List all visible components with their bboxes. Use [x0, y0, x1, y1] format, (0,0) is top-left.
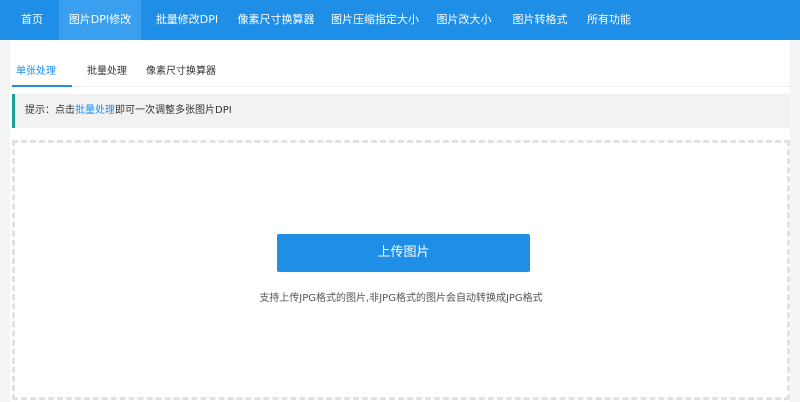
nav-item-dpi-modify[interactable]: 图片DPI修改 [59, 0, 141, 40]
nav-item-all-features[interactable]: 所有功能 [581, 0, 637, 40]
upload-dropzone[interactable]: 上传图片 支持上传JPG格式的图片,非JPG格式的图片会自动转换成JPG格式 [12, 140, 790, 400]
nav-item-pixel-converter[interactable]: 像素尺寸换算器 [229, 0, 323, 40]
nav-item-home[interactable]: 首页 [11, 0, 53, 40]
top-nav-bar: 首页 图片DPI修改 批量修改DPI 像素尺寸换算器 图片压缩指定大小 图片改大… [0, 0, 800, 40]
tabs-divider [10, 86, 790, 87]
upload-button[interactable]: 上传图片 [277, 234, 530, 272]
nav-item-convert-format[interactable]: 图片转格式 [505, 0, 575, 40]
tab-pixel-converter[interactable]: 像素尺寸换算器 [146, 60, 216, 84]
tip-batch-link[interactable]: 批量处理 [75, 105, 115, 116]
nav-item-resize[interactable]: 图片改大小 [429, 0, 499, 40]
sub-tabs: 单张处理 批量处理 像素尺寸换算器 [10, 60, 790, 87]
nav-item-batch-dpi[interactable]: 批量修改DPI [146, 0, 228, 40]
tip-prefix: 提示：点击 [25, 105, 75, 116]
nav-item-compress-size[interactable]: 图片压缩指定大小 [323, 0, 427, 40]
main-panel: 单张处理 批量处理 像素尺寸换算器 提示：点击批量处理即可一次调整多张图片DPI… [10, 40, 790, 402]
tip-suffix: 即可一次调整多张图片DPI [115, 105, 232, 116]
tab-batch[interactable]: 批量处理 [87, 60, 127, 84]
upload-note: 支持上传JPG格式的图片,非JPG格式的图片会自动转换成JPG格式 [259, 293, 543, 304]
tab-single[interactable]: 单张处理 [16, 60, 56, 84]
active-tab-indicator [12, 85, 72, 87]
tip-banner: 提示：点击批量处理即可一次调整多张图片DPI [12, 94, 790, 128]
